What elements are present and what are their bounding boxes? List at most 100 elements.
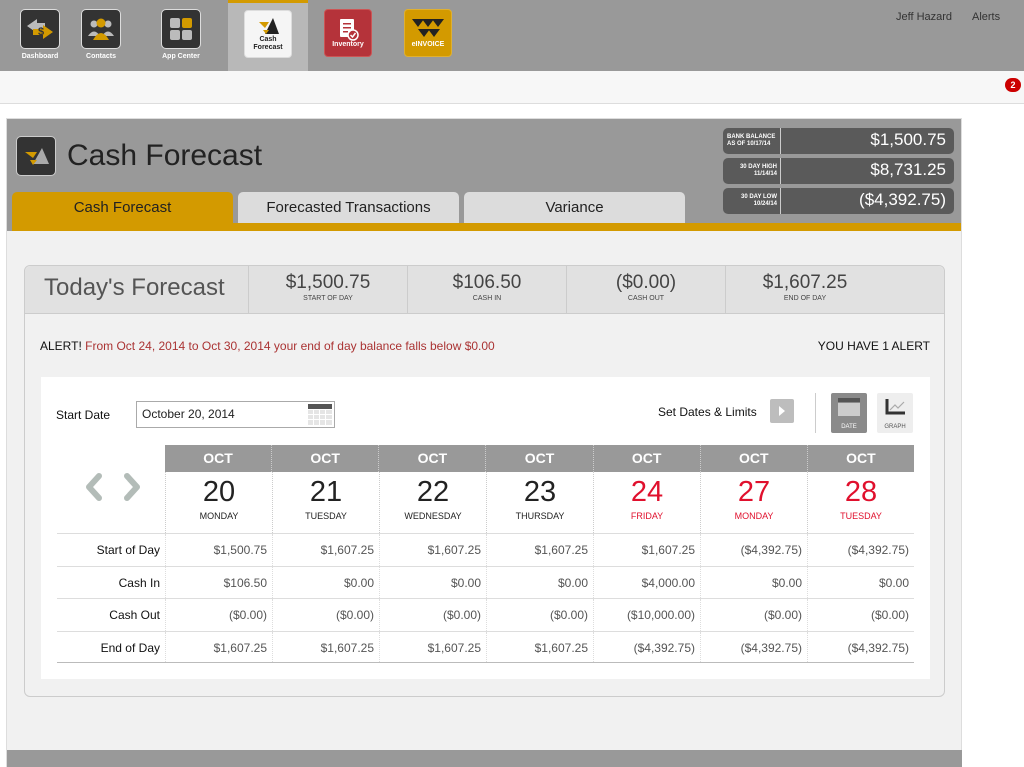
month-header: OCT [378, 445, 485, 472]
summary-cash-out: ($0.00) CASH OUT [566, 266, 725, 314]
table-cell[interactable]: $4,000.00 [593, 566, 700, 598]
tab-variance[interactable]: Variance [464, 192, 685, 224]
date-navigation [81, 472, 151, 502]
table-cell[interactable]: $0.00 [272, 566, 379, 598]
set-dates-limits-link[interactable]: Set Dates & Limits [658, 405, 757, 419]
day-column-header[interactable]: 21 TUESDAY [272, 472, 379, 533]
weekday: FRIDAY [630, 511, 664, 521]
day-number: 24 [630, 476, 664, 508]
day-number: 27 [737, 476, 771, 508]
tab-forecasted-transactions[interactable]: Forecasted Transactions [238, 192, 459, 224]
stat-label-line2: 10/24/14 [753, 201, 777, 207]
table-cell[interactable]: $106.50 [165, 566, 272, 598]
day-number: 23 [523, 476, 557, 508]
stat-value: $8,731.25 [870, 160, 946, 179]
day-column-header-alert[interactable]: 27 MONDAY [700, 472, 807, 533]
table-cell: ($4,392.75) [807, 534, 914, 566]
summary-end-of-day: $1,607.25 END OF DAY [725, 266, 884, 314]
summary-value: $106.50 [452, 272, 522, 293]
start-date-value: October 20, 2014 [142, 407, 235, 421]
app-inventory[interactable]: Inventory [308, 0, 388, 71]
dashboard-exchange-icon: $ [20, 9, 60, 49]
app-cash-forecast[interactable]: Cash Forecast [228, 0, 308, 71]
user-name-link[interactable]: Jeff Hazard [896, 11, 952, 23]
table-cell: $1,500.75 [165, 534, 272, 566]
summary-label: START OF DAY [303, 295, 353, 302]
cash-forecast-logo-icon [16, 136, 56, 176]
row-label: Cash In [118, 575, 160, 590]
weekday: MONDAY [199, 511, 239, 521]
stat-value: ($4,392.75) [859, 190, 946, 209]
table-cell: $1,607.25 [165, 631, 272, 662]
stat-30-day-low: 30 DAY LOW 10/24/14 ($4,392.75) [723, 188, 954, 214]
table-row-cash-out: Cash Out ($0.00) ($0.00) ($0.00) ($0.00)… [57, 598, 914, 631]
app-label: Contacts [86, 53, 116, 60]
day-column-header[interactable]: 23 THURSDAY [486, 472, 593, 533]
view-graph-button[interactable]: GRAPH [877, 393, 913, 433]
tab-cash-forecast[interactable]: Cash Forecast [12, 192, 233, 224]
view-graph-label: GRAPH [884, 424, 906, 430]
table-cell[interactable]: ($0.00) [486, 599, 593, 631]
chevron-right-icon[interactable] [119, 472, 145, 502]
todays-forecast-title: Today's Forecast [44, 274, 225, 301]
table-cell[interactable]: ($10,000.00) [593, 599, 700, 631]
table-cell[interactable]: ($0.00) [379, 599, 486, 631]
start-date-input[interactable]: October 20, 2014 [136, 401, 335, 428]
page-title: Cash Forecast [67, 139, 263, 172]
table-cell[interactable]: $0.00 [700, 566, 807, 598]
todays-forecast-card: Today's Forecast $1,500.75 START OF DAY … [24, 265, 945, 697]
set-dates-limits-button[interactable] [770, 399, 794, 423]
table-cell[interactable]: ($0.00) [272, 599, 379, 631]
app-label-line1: Cash [259, 36, 277, 43]
summary-label: CASH IN [472, 295, 502, 302]
table-row-end-of-day: End of Day $1,607.25 $1,607.25 $1,607.25… [57, 630, 914, 663]
chevron-left-icon[interactable] [81, 472, 107, 502]
day-number: 28 [844, 476, 878, 508]
alert-lead: ALERT! [40, 339, 82, 353]
summary-value: ($0.00) [615, 272, 677, 293]
weekday: THURSDAY [515, 511, 565, 521]
graph-view-icon [885, 399, 905, 415]
app-einvoice[interactable]: eINVOICE [388, 0, 468, 71]
user-bar [0, 71, 1024, 104]
day-header-row: 20 MONDAY 21 TUESDAY 22 WEDNESDAY 23 THURSDA… [165, 472, 914, 533]
table-cell[interactable]: $0.00 [379, 566, 486, 598]
day-column-header[interactable]: 20 MONDAY [165, 472, 272, 533]
alerts-link[interactable]: Alerts [972, 11, 1000, 23]
app-app-center[interactable]: App Center [141, 0, 221, 71]
alert-count[interactable]: YOU HAVE 1 ALERT [818, 339, 930, 353]
summary-cash-in: $106.50 CASH IN [407, 266, 566, 314]
row-label: End of Day [100, 640, 160, 655]
stat-label-line2: 11/14/14 [753, 171, 777, 177]
app-center-grid-icon [161, 9, 201, 49]
weekday: TUESDAY [305, 511, 347, 521]
table-cell: $1,607.25 [272, 534, 379, 566]
balance-stats: BANK BALANCE AS OF 10/17/14 $1,500.75 30… [723, 128, 954, 218]
alerts-count-badge[interactable]: 2 [1005, 78, 1021, 92]
day-column-header[interactable]: 22 WEDNESDAY [379, 472, 486, 533]
table-cell: ($4,392.75) [593, 631, 700, 662]
summary-start-of-day: $1,500.75 START OF DAY [248, 266, 407, 314]
table-cell[interactable]: $0.00 [486, 566, 593, 598]
play-arrow-icon [779, 406, 785, 416]
table-cell: ($4,392.75) [700, 534, 807, 566]
table-cell[interactable]: ($0.00) [165, 599, 272, 631]
table-cell[interactable]: ($0.00) [807, 599, 914, 631]
weekday: WEDNESDAY [404, 511, 462, 521]
month-header: OCT [203, 450, 233, 466]
table-row-start-of-day: Start of Day $1,500.75 $1,607.25 $1,607.… [57, 533, 914, 566]
app-contacts[interactable]: Contacts [61, 0, 141, 71]
table-cell[interactable]: $0.00 [807, 566, 914, 598]
summary-value: $1,607.25 [762, 272, 848, 293]
table-cell[interactable]: ($0.00) [700, 599, 807, 631]
calendar-icon[interactable] [308, 404, 332, 425]
stat-label: 30 DAY HIGH 11/14/14 [723, 158, 781, 184]
day-number: 22 [416, 476, 450, 508]
day-column-header-alert[interactable]: 24 FRIDAY [593, 472, 700, 533]
contacts-icon [81, 9, 121, 49]
todays-forecast-header: Today's Forecast $1,500.75 START OF DAY … [25, 266, 944, 314]
summary-label: CASH OUT [627, 295, 665, 302]
month-header: OCT [806, 445, 914, 472]
view-date-button[interactable]: DATE [831, 393, 867, 433]
day-column-header-alert[interactable]: 28 TUESDAY [807, 472, 914, 533]
